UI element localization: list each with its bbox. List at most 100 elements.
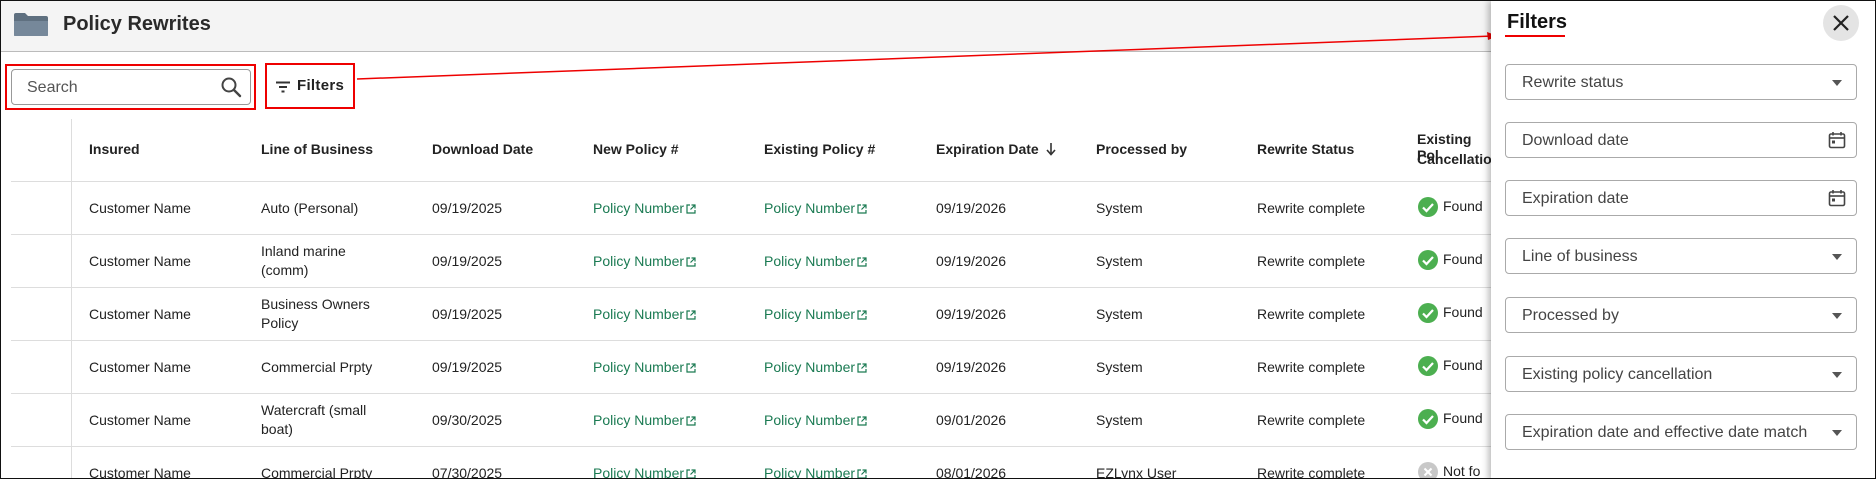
sort-down-icon[interactable] xyxy=(1045,142,1057,156)
search-input[interactable]: Search xyxy=(11,69,251,105)
expiration-date-cell: 08/01/2026 xyxy=(936,465,1007,479)
processed-by-cell: System xyxy=(1096,359,1143,375)
external-link-icon xyxy=(686,257,696,267)
processed-by-cell: System xyxy=(1096,200,1143,216)
existing-policy-link[interactable]: Policy Number xyxy=(764,200,867,216)
close-button[interactable] xyxy=(1823,5,1859,41)
field-label: Expiration date xyxy=(1522,190,1629,207)
expiration-date-cell: 09/01/2026 xyxy=(936,412,1007,428)
lob-cell-line2: (comm) xyxy=(261,262,309,278)
expiration-date-and-effective-date-match-select[interactable]: Expiration date and effective date match xyxy=(1505,414,1857,450)
col-insured[interactable]: Insured xyxy=(89,141,140,157)
table-row[interactable]: Customer Name Commercial Prpty 07/30/202… xyxy=(11,446,1491,479)
chevron-down-icon xyxy=(1832,372,1842,378)
external-link-icon xyxy=(686,363,696,373)
download-date-cell: 09/19/2025 xyxy=(432,306,503,322)
expiration-date-date-picker[interactable]: Expiration date xyxy=(1505,180,1857,216)
table-row[interactable]: Customer Name Commercial Prpty 09/19/202… xyxy=(11,340,1491,394)
app-window: Policy Rewrites Search Filters Insured L… xyxy=(0,0,1876,479)
external-link-icon xyxy=(857,469,867,478)
insured-cell: Customer Name xyxy=(89,253,191,269)
check-circle-icon xyxy=(1418,356,1438,376)
cancellation-cell: Found xyxy=(1443,410,1483,426)
existing-policy-cancellation-select[interactable]: Existing policy cancellation xyxy=(1505,356,1857,392)
table-row[interactable]: Customer Name Inland marine (comm) 09/19/… xyxy=(11,234,1491,288)
rewrite-status-select[interactable]: Rewrite status xyxy=(1505,64,1857,100)
check-circle-icon xyxy=(1418,250,1438,270)
existing-policy-link[interactable]: Policy Number xyxy=(764,465,867,479)
col-processed-by[interactable]: Processed by xyxy=(1096,141,1187,157)
new-policy-link-text: Policy Number xyxy=(593,465,685,479)
processed-by-select[interactable]: Processed by xyxy=(1505,297,1857,333)
external-link-icon xyxy=(857,204,867,214)
expiration-date-cell: 09/19/2026 xyxy=(936,200,1007,216)
filters-panel: Filters Rewrite status Download date Expir… xyxy=(1491,1,1875,478)
new-policy-link-text: Policy Number xyxy=(593,253,685,269)
new-policy-link-text: Policy Number xyxy=(593,412,685,428)
expiration-date-cell: 09/19/2026 xyxy=(936,253,1007,269)
existing-policy-link-text: Policy Number xyxy=(764,412,856,428)
download-date-cell: 09/30/2025 xyxy=(432,412,503,428)
existing-policy-link[interactable]: Policy Number xyxy=(764,306,867,322)
lob-cell: Watercraft (small xyxy=(261,402,367,418)
table-row[interactable]: Customer Name Business Owners Policy 09/1… xyxy=(11,287,1491,341)
download-date-cell: 09/19/2025 xyxy=(432,359,503,375)
insured-cell: Customer Name xyxy=(89,412,191,428)
line-of-business-select[interactable]: Line of business xyxy=(1505,238,1857,274)
rewrite-status-cell: Rewrite complete xyxy=(1257,306,1366,322)
calendar-icon[interactable] xyxy=(1828,189,1846,207)
col-line-of-business[interactable]: Line of Business xyxy=(261,141,373,157)
col-expiration-date[interactable]: Expiration Date xyxy=(936,141,1057,157)
search-icon[interactable] xyxy=(220,76,242,98)
external-link-icon xyxy=(686,416,696,426)
new-policy-link[interactable]: Policy Number xyxy=(593,253,696,269)
field-label: Line of business xyxy=(1522,248,1638,265)
existing-policy-link-text: Policy Number xyxy=(764,200,856,216)
field-label: Existing policy cancellation xyxy=(1522,366,1713,383)
download-date-cell: 09/19/2025 xyxy=(432,200,503,216)
existing-policy-link[interactable]: Policy Number xyxy=(764,253,867,269)
existing-policy-link[interactable]: Policy Number xyxy=(764,359,867,375)
rewrite-status-cell: Rewrite complete xyxy=(1257,253,1366,269)
table-row[interactable]: Customer Name Auto (Personal) 09/19/2025… xyxy=(11,181,1491,235)
col-new-policy[interactable]: New Policy # xyxy=(593,141,679,157)
new-policy-link[interactable]: Policy Number xyxy=(593,306,696,322)
processed-by-cell: System xyxy=(1096,412,1143,428)
download-date-date-picker[interactable]: Download date xyxy=(1505,122,1857,158)
close-icon[interactable] xyxy=(1823,5,1859,41)
external-link-icon xyxy=(857,416,867,426)
new-policy-link-text: Policy Number xyxy=(593,200,685,216)
new-policy-link[interactable]: Policy Number xyxy=(593,359,696,375)
cancellation-cell: Found xyxy=(1443,304,1483,320)
external-link-icon xyxy=(857,363,867,373)
existing-policy-link[interactable]: Policy Number xyxy=(764,412,867,428)
processed-by-cell: System xyxy=(1096,306,1143,322)
download-date-cell: 07/30/2025 xyxy=(432,465,503,479)
expiration-date-cell: 09/19/2026 xyxy=(936,306,1007,322)
policy-table: Insured Line of Business Download Date N… xyxy=(11,119,1491,479)
lob-cell-line2: Policy xyxy=(261,315,299,331)
external-link-icon xyxy=(686,310,696,320)
check-circle-icon xyxy=(1418,409,1438,429)
new-policy-link[interactable]: Policy Number xyxy=(593,465,696,479)
insured-cell: Customer Name xyxy=(89,306,191,322)
lob-cell: Auto (Personal) xyxy=(261,200,359,216)
lob-cell: Inland marine xyxy=(261,243,346,259)
new-policy-link[interactable]: Policy Number xyxy=(593,200,696,216)
new-policy-link-text: Policy Number xyxy=(593,359,685,375)
table-row[interactable]: Customer Name Watercraft (small boat) 09/… xyxy=(11,393,1491,447)
download-date-cell: 09/19/2025 xyxy=(432,253,503,269)
processed-by-cell: System xyxy=(1096,253,1143,269)
new-policy-link[interactable]: Policy Number xyxy=(593,412,696,428)
rewrite-status-cell: Rewrite complete xyxy=(1257,412,1366,428)
col-existing-policy[interactable]: Existing Policy # xyxy=(764,141,875,157)
field-label: Rewrite status xyxy=(1522,74,1624,91)
chevron-down-icon xyxy=(1832,430,1842,436)
filters-button[interactable]: Filters xyxy=(265,63,355,109)
title-highlight xyxy=(1505,35,1565,37)
existing-policy-link-text: Policy Number xyxy=(764,465,856,479)
col-download-date[interactable]: Download Date xyxy=(432,141,533,157)
calendar-icon[interactable] xyxy=(1828,131,1846,149)
field-label: Processed by xyxy=(1522,307,1619,324)
col-rewrite-status[interactable]: Rewrite Status xyxy=(1257,141,1354,157)
